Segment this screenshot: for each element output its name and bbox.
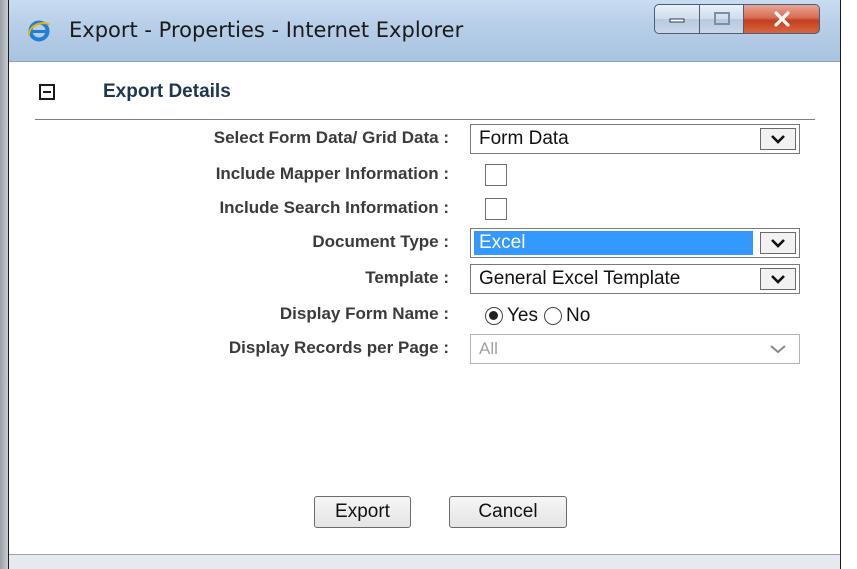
status-bar xyxy=(9,554,840,569)
search-label: Include Search Information : xyxy=(219,198,449,217)
mapper-label: Include Mapper Information : xyxy=(215,164,449,183)
search-checkbox[interactable] xyxy=(485,198,507,220)
form-grid-dropdown-button[interactable] xyxy=(760,128,796,150)
collapse-icon[interactable] xyxy=(39,84,55,100)
display-form-name-yes-label[interactable]: Yes xyxy=(507,305,538,327)
form-grid-label: Select Form Data/ Grid Data : xyxy=(213,128,449,147)
maximize-icon xyxy=(713,12,730,25)
chevron-down-icon xyxy=(771,239,785,248)
close-icon xyxy=(773,11,790,27)
section-divider xyxy=(35,119,815,120)
records-per-page-select: All xyxy=(470,334,800,364)
document-type-row: Document Type : Excel xyxy=(9,228,842,258)
chevron-down-icon xyxy=(770,345,786,354)
window-controls xyxy=(654,4,820,36)
close-button[interactable] xyxy=(744,4,820,34)
display-form-name-label: Display Form Name : xyxy=(279,304,449,323)
maximize-button[interactable] xyxy=(700,4,744,34)
chevron-down-icon xyxy=(771,135,785,144)
display-form-name-radio-group: Yes No xyxy=(485,304,596,328)
template-dropdown-button[interactable] xyxy=(760,268,796,290)
internet-explorer-icon xyxy=(28,20,50,42)
dialog-content: Export Details Select Form Data/ Grid Da… xyxy=(9,62,840,569)
document-type-label: Document Type : xyxy=(312,232,449,251)
records-per-page-row: Display Records per Page : All xyxy=(9,334,842,364)
template-label: Template : xyxy=(365,268,449,287)
document-type-select[interactable]: Excel xyxy=(470,228,800,258)
form-grid-value: Form Data xyxy=(479,128,569,149)
section-header: Export Details xyxy=(31,81,811,120)
cancel-button[interactable]: Cancel xyxy=(449,496,567,528)
records-per-page-label: Display Records per Page : xyxy=(228,338,449,357)
search-row: Include Search Information : xyxy=(9,194,842,224)
mapper-row: Include Mapper Information : xyxy=(9,160,842,190)
export-button[interactable]: Export xyxy=(314,496,411,528)
chevron-down-icon xyxy=(771,275,785,284)
records-per-page-dropdown-button xyxy=(760,338,796,360)
window-title: Export - Properties - Internet Explorer xyxy=(69,18,464,42)
dialog-window: Export - Properties - Internet Explorer xyxy=(8,0,841,569)
form-grid-row: Select Form Data/ Grid Data : Form Data xyxy=(9,124,842,154)
section-title: Export Details xyxy=(103,81,231,102)
display-form-name-yes-radio[interactable] xyxy=(485,307,503,325)
title-bar[interactable]: Export - Properties - Internet Explorer xyxy=(9,0,840,62)
template-value: General Excel Template xyxy=(479,268,681,289)
display-form-name-no-radio[interactable] xyxy=(544,307,562,325)
document-type-value: Excel xyxy=(474,231,753,255)
mapper-checkbox[interactable] xyxy=(485,164,507,186)
form-grid-select[interactable]: Form Data xyxy=(470,124,800,154)
records-per-page-value: All xyxy=(479,339,498,358)
minimize-icon xyxy=(669,18,685,23)
display-form-name-row: Display Form Name : Yes No xyxy=(9,300,842,330)
document-type-dropdown-button[interactable] xyxy=(760,232,796,254)
template-row: Template : General Excel Template xyxy=(9,264,842,294)
template-select[interactable]: General Excel Template xyxy=(470,264,800,294)
minimize-button[interactable] xyxy=(654,4,700,34)
display-form-name-no-label[interactable]: No xyxy=(566,305,590,327)
